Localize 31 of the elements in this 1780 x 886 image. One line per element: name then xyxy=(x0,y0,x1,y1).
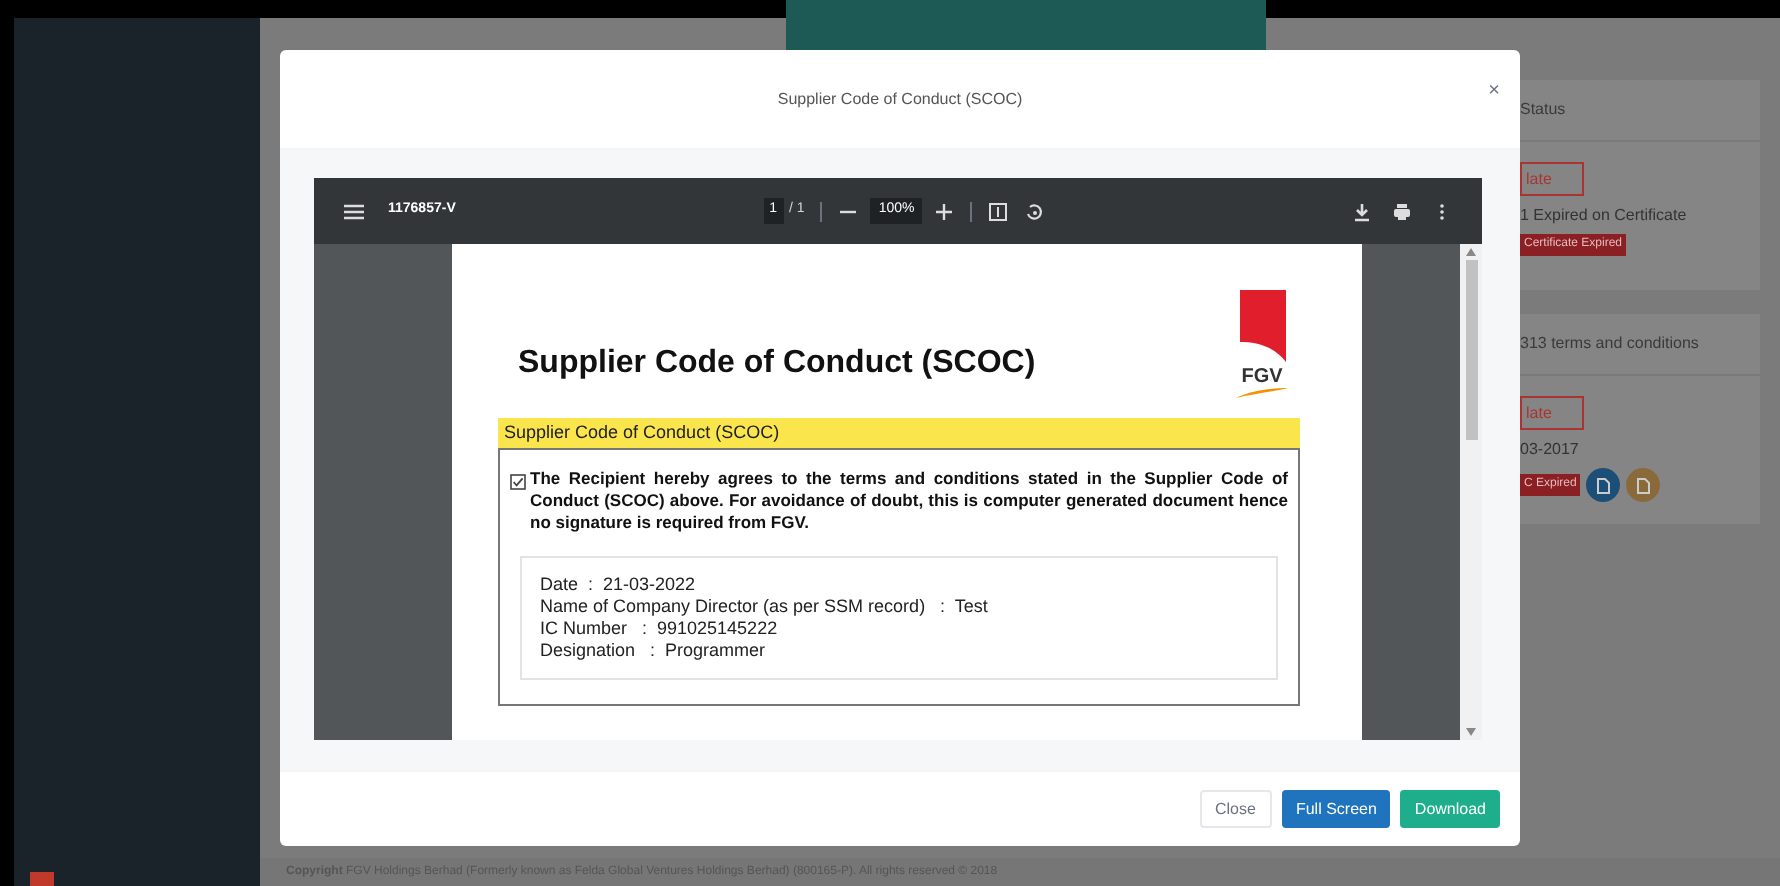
download-icon[interactable] xyxy=(1352,201,1373,221)
detail-line: Designation : Programmer xyxy=(540,640,768,662)
scrollbar[interactable] xyxy=(1460,244,1482,740)
section-header: Supplier Code of Conduct (SCOC) xyxy=(498,418,1300,450)
document-title: Supplier Code of Conduct (SCOC) xyxy=(518,344,1036,384)
print-icon[interactable] xyxy=(1392,201,1413,221)
modal-title: Supplier Code of Conduct (SCOC) xyxy=(777,87,1023,111)
close-button[interactable]: × xyxy=(1488,82,1500,102)
plus-icon[interactable] xyxy=(934,201,955,221)
logo-swoosh-icon xyxy=(1236,388,1288,398)
detail-line: Name of Company Director (as per SSM record) : Test xyxy=(540,596,990,618)
scroll-thumb[interactable] xyxy=(1465,260,1477,440)
detail-line: Date : 21-03-2022 xyxy=(540,574,698,596)
file-icon xyxy=(1636,477,1651,493)
rotate-icon[interactable] xyxy=(1024,201,1045,221)
logo-flag-icon xyxy=(1239,290,1285,362)
menu-icon[interactable] xyxy=(344,201,364,221)
date-text: 03-2017 xyxy=(1520,438,1581,462)
scroll-down-icon[interactable] xyxy=(1466,728,1476,736)
logo-text: FGV xyxy=(1241,368,1283,388)
download-button[interactable]: Download xyxy=(1400,790,1500,828)
file-icon xyxy=(1596,477,1611,493)
fit-page-icon[interactable] xyxy=(988,201,1009,221)
flag-icon xyxy=(30,872,54,886)
close-button[interactable]: Close xyxy=(1199,790,1272,828)
full-screen-button[interactable]: Full Screen xyxy=(1281,790,1391,828)
document-button[interactable] xyxy=(1586,468,1621,502)
scroll-up-icon[interactable] xyxy=(1466,248,1476,256)
agreement-text: The Recipient hereby agrees to the terms and conditions stated in the Supplier Code of Conduct (SCOC) above. For avoidance of doubt, this is computer generated document hence no signature is required from FGV. xyxy=(530,468,1288,534)
detail-line: IC Number : 991025145222 xyxy=(540,618,780,640)
expiry-note: 1 Expired on Certificate xyxy=(1520,204,1689,228)
